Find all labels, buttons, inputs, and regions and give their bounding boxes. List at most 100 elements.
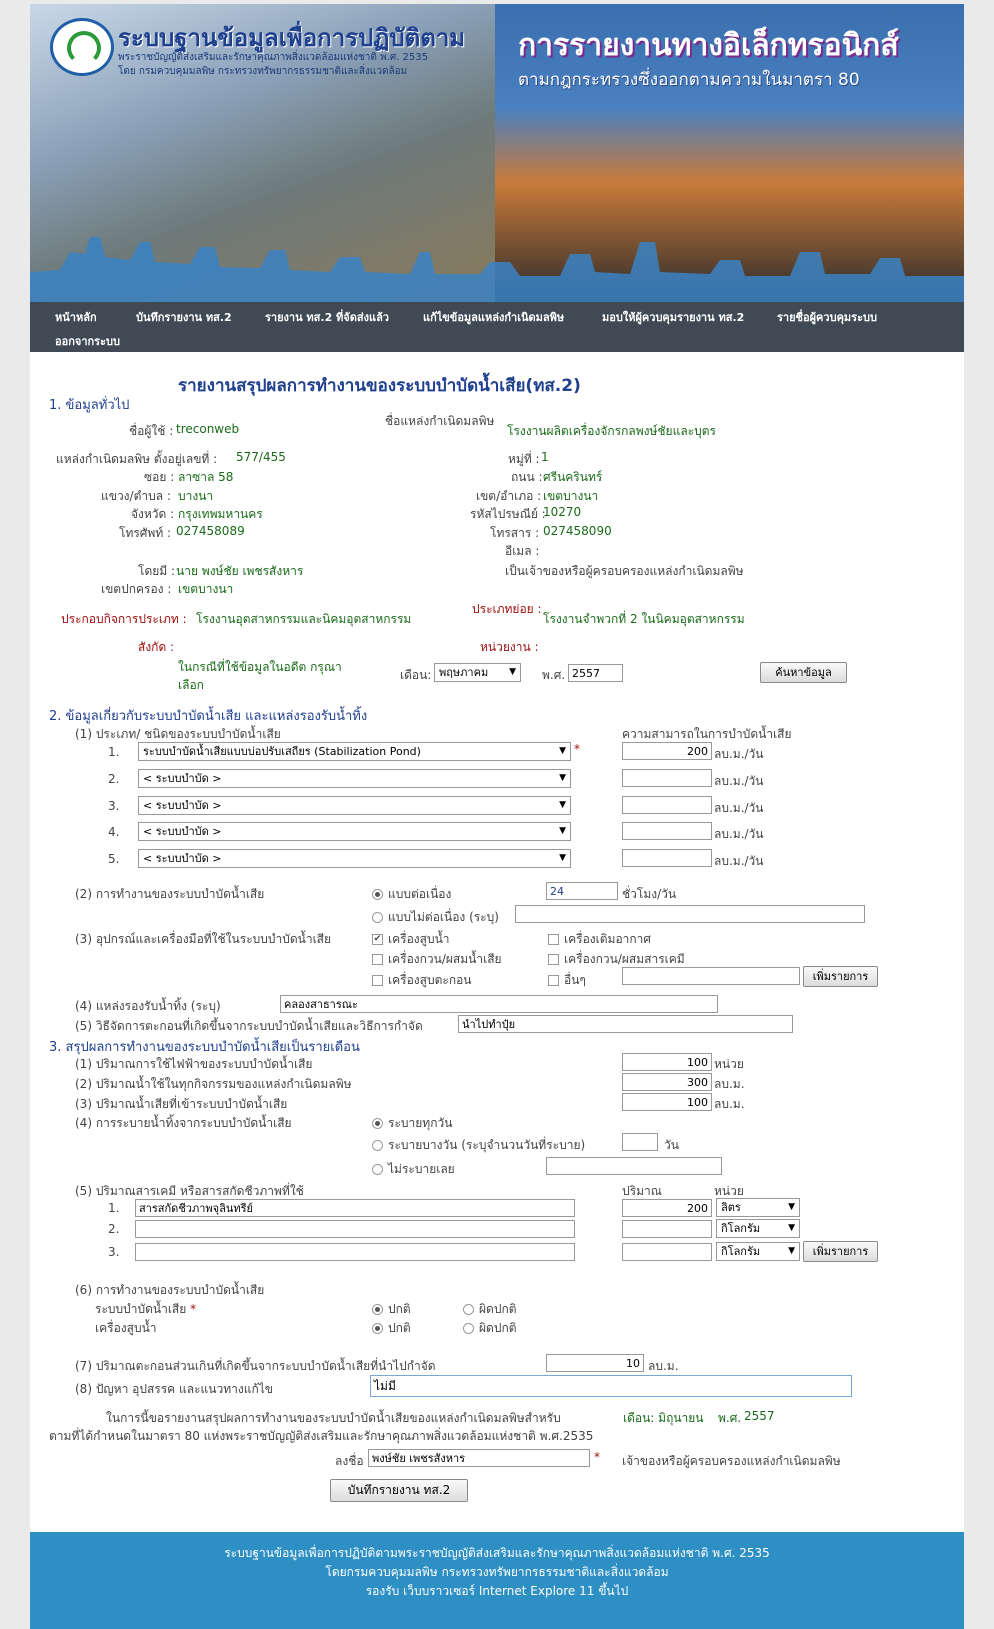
continuous-option[interactable]: แบบต่อเนื่อง: [372, 885, 451, 904]
year-label: พ.ศ.: [542, 668, 566, 682]
chem-qty-input[interactable]: [622, 1220, 712, 1238]
eq-mixer-option[interactable]: เครื่องกวน/ผสมน้ำเสีย: [372, 950, 502, 969]
moo-label: หมู่ที่ :: [508, 452, 540, 466]
non-continuous-input[interactable]: [515, 905, 865, 923]
source-name-value: โรงงานผลิตเครื่องจักรกลพงษ์ชัยและบุตร: [507, 424, 716, 438]
eq-aerator-option[interactable]: เครื่องเติมอากาศ: [548, 930, 651, 949]
pump-normal-option[interactable]: ปกติ: [372, 1319, 411, 1338]
biz-type-label: ประกอบกิจการประเภท :: [61, 612, 187, 626]
sign-name-input[interactable]: พงษ์ชัย เพชรสังหาร: [368, 1449, 590, 1467]
pcd-logo: [50, 18, 114, 76]
system-normal-option[interactable]: ปกติ: [372, 1300, 411, 1319]
eq-sludge-pump-checkbox[interactable]: [372, 975, 383, 986]
nav-logout[interactable]: ออกจากระบบ: [55, 332, 120, 350]
nav-assign-controller[interactable]: มอบให้ผู้ควบคุมรายงาน ทส.2: [602, 308, 744, 326]
excess-sludge-input[interactable]: 10: [546, 1354, 644, 1372]
email-label: อีเมล :: [505, 544, 540, 558]
capacity-input[interactable]: 200: [622, 742, 712, 760]
sludge-method-input[interactable]: นำไปทำปุ๋ย: [458, 1015, 793, 1033]
chem-name-input[interactable]: [135, 1243, 575, 1261]
wastewater-input[interactable]: 100: [622, 1093, 712, 1111]
capacity-input[interactable]: [622, 849, 712, 867]
system-no: 2.: [108, 772, 120, 786]
system-no: 1.: [108, 745, 120, 759]
year-input[interactable]: 2557: [568, 664, 623, 682]
equipment-label: (3) อุปกรณ์และเครื่องมือที่ใช้ในระบบบำบั…: [75, 932, 332, 946]
eq-pump-checkbox[interactable]: ✔: [372, 934, 383, 945]
capacity-unit: ลบ.ม./วัน: [714, 827, 764, 841]
system-abnormal-radio[interactable]: [463, 1304, 474, 1315]
pump-normal-radio[interactable]: [372, 1323, 383, 1334]
capacity-input[interactable]: [622, 769, 712, 787]
system-select[interactable]: < ระบบบำบัด > ▼: [138, 849, 571, 868]
subdistrict-label: แขวง/ตำบล :: [101, 489, 171, 503]
banner-left-subtitle: พระราชบัญญัติส่งเสริมและรักษาคุณภาพสิ่งแ…: [118, 52, 428, 63]
pump-abnormal-radio[interactable]: [463, 1323, 474, 1334]
district-value: เขตบางนา: [543, 489, 599, 503]
chem-unit-select[interactable]: ลิตร ▼: [716, 1198, 800, 1217]
discharge-none-option[interactable]: ไม่ระบายเลย: [372, 1160, 455, 1179]
eq-other-option[interactable]: อื่นๆ: [548, 971, 586, 990]
receiving-input[interactable]: คลองสาธารณะ: [280, 995, 718, 1013]
system-status-label: ระบบบำบัดน้ำเสีย *: [95, 1302, 197, 1316]
eq-other-checkbox[interactable]: [548, 975, 559, 986]
discharge-none-input[interactable]: [546, 1157, 722, 1175]
system-select[interactable]: ระบบบำบัดน้ำเสียแบบบ่อปรับเสถียร (Stabil…: [138, 742, 571, 761]
section-treatment-system: 2. ข้อมูลเกี่ยวกับระบบบำบัดน้ำเสีย และแห…: [49, 709, 368, 724]
system-select[interactable]: < ระบบบำบัด > ▼: [138, 822, 571, 841]
capacity-input[interactable]: [622, 796, 712, 814]
by-value: นาย พงษ์ชัย เพชรสังหาร: [176, 564, 304, 578]
discharge-days-input[interactable]: [622, 1133, 658, 1151]
chem-name-input[interactable]: สารสกัดชีวภาพจุลินทรีย์: [135, 1199, 575, 1217]
nav-sent-reports[interactable]: รายงาน ทส.2 ที่จัดส่งแล้ว: [265, 308, 389, 326]
nav-record-report[interactable]: บันทึกรายงาน ทส.2: [136, 308, 232, 326]
add-equipment-button[interactable]: เพิ่มรายการ: [803, 966, 878, 987]
eq-aerator-checkbox[interactable]: [548, 934, 559, 945]
chem-unit-select[interactable]: กิโลกรัม ▼: [716, 1242, 800, 1261]
discharge-days-unit: วัน: [664, 1138, 679, 1152]
discharge-some-option[interactable]: ระบายบางวัน (ระบุจำนวนวันที่ระบาย): [372, 1136, 585, 1155]
month-select[interactable]: พฤษภาคม ▼: [434, 663, 521, 682]
non-continuous-radio[interactable]: [372, 912, 383, 923]
main-nav: หน้าหลัก บันทึกรายงาน ทส.2 รายงาน ทส.2 ท…: [30, 302, 964, 352]
eq-sludge-pump-option[interactable]: เครื่องสูบตะกอน: [372, 971, 472, 990]
discharge-some-radio[interactable]: [372, 1140, 383, 1151]
past-data-hint-2: เลือก: [178, 678, 204, 692]
discharge-daily-option[interactable]: ระบายทุกวัน: [372, 1114, 452, 1133]
road-value: ศรีนครินทร์: [543, 470, 603, 484]
biz-type-value: โรงงานอุตสาหกรรมและนิคมอุตสาหกรรม: [196, 612, 412, 626]
search-button[interactable]: ค้นหาข้อมูล: [760, 662, 847, 683]
section-general-info: 1. ข้อมูลทั่วไป: [49, 398, 130, 413]
capacity-input[interactable]: [622, 822, 712, 840]
electricity-input[interactable]: 100: [622, 1053, 712, 1071]
non-continuous-option[interactable]: แบบไม่ต่อเนื่อง (ระบุ): [372, 908, 499, 927]
chem-unit-select[interactable]: กิโลกรัม ▼: [716, 1219, 800, 1238]
eq-chem-mixer-checkbox[interactable]: [548, 954, 559, 965]
save-report-button[interactable]: บันทึกรายงาน ทส.2: [330, 1479, 468, 1502]
nav-controller-list[interactable]: รายชื่อผู้ควบคุมระบบ: [777, 308, 877, 326]
declaration-law-text: ตามที่ได้กำหนดในมาตรา 80 แห่งพระราชบัญญั…: [49, 1429, 594, 1443]
chem-qty-input[interactable]: [622, 1243, 712, 1261]
eq-other-input[interactable]: [622, 967, 800, 985]
system-select[interactable]: < ระบบบำบัด > ▼: [138, 769, 571, 788]
chem-qty-input[interactable]: 200: [622, 1199, 712, 1217]
wastewater-unit: ลบ.ม.: [714, 1097, 745, 1111]
system-normal-radio[interactable]: [372, 1304, 383, 1315]
eq-pump-option[interactable]: ✔ เครื่องสูบน้ำ: [372, 930, 450, 949]
chem-name-input[interactable]: [135, 1220, 575, 1238]
discharge-none-radio[interactable]: [372, 1164, 383, 1175]
problems-input[interactable]: ไม่มี: [370, 1375, 852, 1397]
add-chemical-button[interactable]: เพิ่มรายการ: [803, 1241, 878, 1262]
hours-input[interactable]: 24: [546, 882, 618, 900]
header-banner: ระบบฐานข้อมูลเพื่อการปฏิบัติตาม พระราชบั…: [30, 4, 964, 302]
discharge-daily-radio[interactable]: [372, 1118, 383, 1129]
nav-home[interactable]: หน้าหลัก: [55, 308, 97, 326]
eq-mixer-checkbox[interactable]: [372, 954, 383, 965]
continuous-radio[interactable]: [372, 889, 383, 900]
system-abnormal-option[interactable]: ผิดปกติ: [463, 1300, 517, 1319]
sludge-method-label: (5) วิธีจัดการตะกอนที่เกิดขึ้นจากระบบบำบ…: [75, 1019, 423, 1033]
pump-abnormal-option[interactable]: ผิดปกติ: [463, 1319, 517, 1338]
nav-edit-source[interactable]: แก้ไขข้อมูลแหล่งกำเนิดมลพิษ: [423, 308, 564, 326]
system-select[interactable]: < ระบบบำบัด > ▼: [138, 796, 571, 815]
water-use-input[interactable]: 300: [622, 1073, 712, 1091]
